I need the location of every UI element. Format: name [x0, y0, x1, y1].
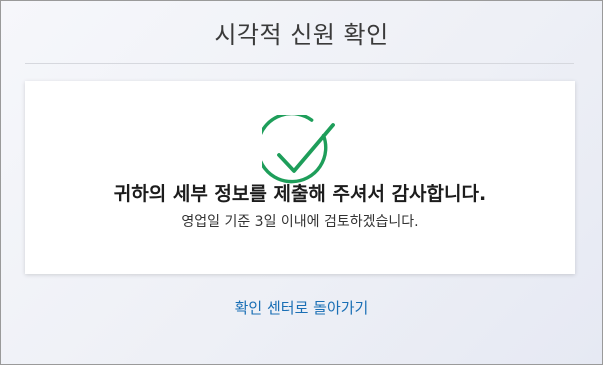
page-title: 시각적 신원 확인	[214, 21, 389, 49]
confirmation-card: 귀하의 세부 정보를 제출해 주셔서 감사합니다. 영업일 기준 3일 이내에 …	[25, 81, 575, 274]
check-circle-icon	[262, 115, 335, 184]
thank-you-heading: 귀하의 세부 정보를 제출해 주셔서 감사합니다.	[113, 183, 487, 205]
back-to-verification-center-link[interactable]: 확인 센터로 돌아가기	[1, 297, 602, 318]
page-frame: 시각적 신원 확인 귀하의 세부 정보를 제출해 주셔서 감사합니다. 영업일 …	[0, 0, 603, 365]
title-divider	[25, 63, 574, 64]
review-notice: 영업일 기준 3일 이내에 검토하겠습니다.	[181, 214, 419, 230]
